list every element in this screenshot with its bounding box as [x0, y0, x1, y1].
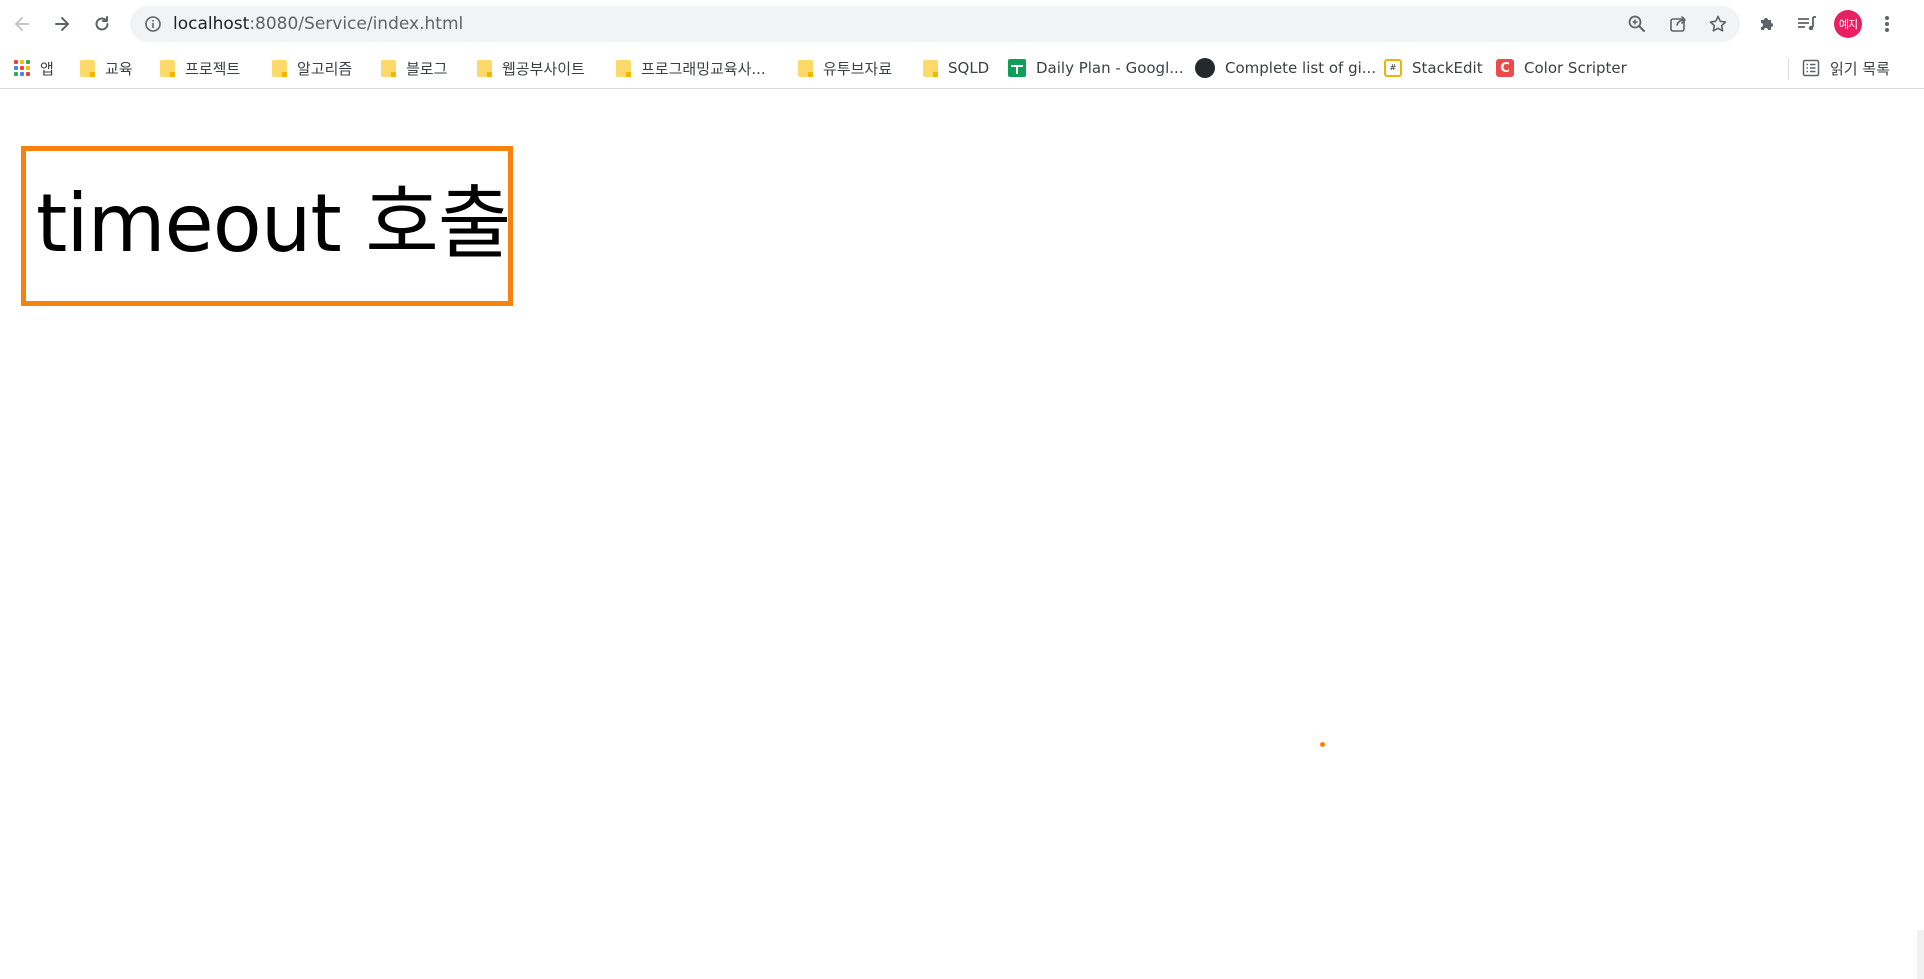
timeout-text: timeout 호출 — [36, 177, 511, 270]
media-queue-icon[interactable] — [1795, 12, 1819, 36]
bookmark-folder-programming-edu[interactable]: 프로그래밍교육사... — [616, 57, 766, 79]
url-path: :8080/Service/index.html — [249, 14, 464, 34]
folder-icon — [477, 59, 492, 77]
forward-button[interactable] — [46, 8, 78, 40]
stackedit-icon: # — [1384, 59, 1402, 77]
reading-list-icon — [1802, 59, 1820, 77]
bookmark-label: 교육 — [105, 59, 133, 78]
back-button[interactable] — [6, 8, 38, 40]
folder-icon — [80, 59, 95, 77]
bookmark-label: Complete list of gi... — [1225, 59, 1377, 77]
google-sheets-icon — [1008, 59, 1026, 77]
folder-icon — [798, 59, 813, 77]
address-bar[interactable]: localhost:8080/Service/index.html — [130, 6, 1740, 42]
bookmark-label: SQLD — [948, 59, 990, 77]
url-host: localhost — [173, 14, 250, 34]
folder-icon — [381, 59, 396, 77]
bookmark-github-list[interactable]: Complete list of gi... — [1195, 57, 1376, 79]
bookmark-label: Daily Plan - Googl... — [1036, 59, 1184, 77]
bookmarks-divider — [1788, 58, 1789, 80]
bookmark-folder-youtube[interactable]: 유투브자료 — [798, 57, 892, 79]
zoom-icon[interactable] — [1627, 14, 1647, 34]
bookmark-label: 알고리즘 — [297, 59, 353, 78]
bookmark-folder-web-study[interactable]: 웹공부사이트 — [477, 57, 585, 79]
site-info-icon[interactable] — [144, 15, 162, 37]
bookmark-folder-algorithm[interactable]: 알고리즘 — [272, 57, 352, 79]
back-arrow-icon — [15, 17, 29, 31]
cursor-dot — [1320, 742, 1325, 747]
bookmark-label: 유투브자료 — [823, 59, 893, 78]
bookmark-label: 앱 — [40, 59, 54, 78]
bookmark-label: StackEdit — [1412, 59, 1483, 77]
menu-kebab-icon[interactable] — [1875, 12, 1899, 36]
url-text[interactable]: localhost:8080/Service/index.html — [173, 14, 463, 34]
bookmark-label: Color Scripter — [1524, 59, 1627, 77]
folder-icon — [923, 59, 938, 77]
reload-icon — [95, 16, 109, 31]
bookmark-apps[interactable]: 앱 — [14, 57, 54, 79]
bookmarks-bar: 앱 교육 프로젝트 알고리즘 블로그 웹공부사이트 프로그래밍교육사... 유투… — [0, 48, 1924, 89]
extensions-puzzle-icon[interactable] — [1755, 12, 1779, 36]
bookmark-stackedit[interactable]: # StackEdit — [1384, 57, 1483, 79]
bookmark-color-scripter[interactable]: C Color Scripter — [1496, 57, 1627, 79]
share-icon[interactable] — [1668, 14, 1688, 34]
bookmark-label: 프로젝트 — [185, 59, 241, 78]
bookmark-folder-project[interactable]: 프로젝트 — [160, 57, 240, 79]
timeout-box: timeout 호출 — [21, 146, 513, 306]
bookmark-daily-plan[interactable]: Daily Plan - Googl... — [1008, 57, 1184, 79]
bookmark-label: 웹공부사이트 — [502, 59, 585, 78]
reading-list-label: 읽기 목록 — [1830, 59, 1890, 78]
profile-avatar[interactable]: 예지 — [1834, 10, 1862, 38]
bookmark-folder-blog[interactable]: 블로그 — [381, 57, 447, 79]
folder-icon — [272, 59, 287, 77]
browser-toolbar: localhost:8080/Service/index.html 예지 — [0, 0, 1924, 48]
profile-label: 예지 — [1838, 18, 1858, 31]
github-icon — [1195, 58, 1215, 78]
bookmark-label: 블로그 — [406, 59, 448, 78]
bookmark-folder-education[interactable]: 교육 — [80, 57, 133, 79]
bookmark-folder-sqld[interactable]: SQLD — [923, 57, 989, 79]
forward-arrow-icon — [55, 17, 69, 31]
reading-list-button[interactable]: 읽기 목록 — [1802, 57, 1890, 79]
bookmark-star-icon[interactable] — [1708, 14, 1728, 34]
folder-icon — [160, 59, 175, 77]
folder-icon — [616, 59, 631, 77]
bookmark-label: 프로그래밍교육사... — [641, 59, 766, 78]
scrollbar-edge[interactable] — [1917, 930, 1924, 979]
reload-button[interactable] — [86, 8, 118, 40]
color-scripter-icon: C — [1496, 59, 1514, 77]
apps-grid-icon — [14, 60, 30, 76]
